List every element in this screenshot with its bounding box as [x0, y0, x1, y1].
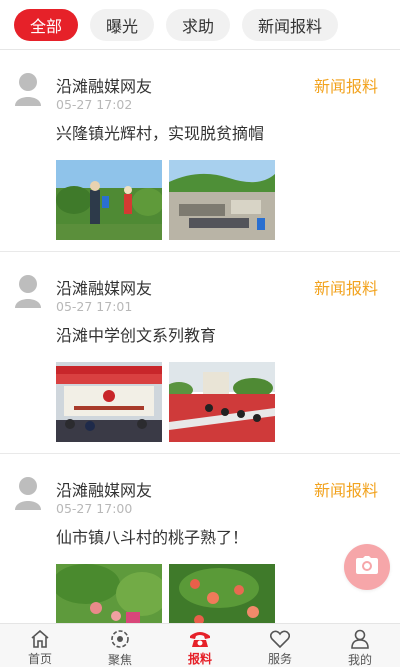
nav-home[interactable]: 首页: [0, 624, 80, 667]
app-screen: 全部 曝光 求助 新闻报料 沿滩融媒网友 05-27 17:02 新闻报料 兴隆…: [0, 0, 400, 667]
post-time: 05-27 17:00: [56, 501, 133, 516]
post-feed[interactable]: 沿滩融媒网友 05-27 17:02 新闻报料 兴隆镇光辉村，实现脱贫摘帽 沿滩…: [0, 50, 400, 623]
nav-mine[interactable]: 我的: [320, 624, 400, 667]
avatar: [14, 476, 42, 510]
post-tag[interactable]: 新闻报料: [314, 275, 378, 299]
nav-label: 报料: [187, 652, 212, 666]
nav-focus[interactable]: 聚焦: [80, 624, 160, 667]
post-author: 沿滩融媒网友: [56, 77, 153, 96]
camera-fab-button[interactable]: [344, 544, 390, 590]
post-tag[interactable]: 新闻报料: [314, 477, 378, 501]
person-icon: [351, 629, 369, 649]
home-icon: [30, 629, 50, 648]
post-image[interactable]: [56, 564, 162, 623]
focus-icon: [110, 629, 130, 649]
post-image[interactable]: [56, 362, 162, 442]
post-title[interactable]: 兴隆镇光辉村，实现脱贫摘帽: [56, 120, 264, 144]
tab-all[interactable]: 全部: [14, 8, 79, 41]
post-author: 沿滩融媒网友: [56, 279, 153, 298]
post-tag[interactable]: 新闻报料: [314, 73, 378, 97]
heart-icon: [270, 629, 290, 648]
bottom-nav: 首页 聚焦 报料 服务 我的: [0, 623, 400, 667]
post-author: 沿滩融媒网友: [56, 481, 153, 500]
tab-exposure[interactable]: 曝光: [90, 8, 155, 41]
nav-label: 聚焦: [107, 653, 132, 667]
avatar: [14, 274, 42, 308]
avatar: [14, 72, 42, 106]
post-title[interactable]: 仙市镇八斗村的桃子熟了！: [56, 524, 248, 548]
post-item[interactable]: 沿滩融媒网友 05-27 17:01 新闻报料 沿滩中学创文系列教育: [0, 252, 400, 454]
post-image[interactable]: [169, 160, 275, 240]
nav-label: 我的: [347, 653, 372, 667]
post-image[interactable]: [56, 160, 162, 240]
post-image[interactable]: [169, 362, 275, 442]
post-item[interactable]: 沿滩融媒网友 05-27 17:02 新闻报料 兴隆镇光辉村，实现脱贫摘帽: [0, 50, 400, 252]
nav-label: 首页: [27, 652, 52, 666]
nav-service[interactable]: 服务: [240, 624, 320, 667]
post-time: 05-27 17:02: [56, 97, 133, 112]
post-item[interactable]: 沿滩融媒网友 05-27 17:00 新闻报料 仙市镇八斗村的桃子熟了！: [0, 454, 400, 623]
camera-icon: [356, 556, 378, 578]
post-title[interactable]: 沿滩中学创文系列教育: [56, 322, 216, 346]
post-time: 05-27 17:01: [56, 299, 133, 314]
nav-report[interactable]: 报料: [160, 624, 240, 667]
phone-icon: [189, 629, 211, 648]
tab-news-tip[interactable]: 新闻报料: [242, 8, 339, 41]
tab-help[interactable]: 求助: [166, 8, 231, 41]
nav-label: 服务: [267, 652, 292, 666]
category-tabs: 全部 曝光 求助 新闻报料: [0, 0, 400, 50]
post-image[interactable]: [169, 564, 275, 623]
